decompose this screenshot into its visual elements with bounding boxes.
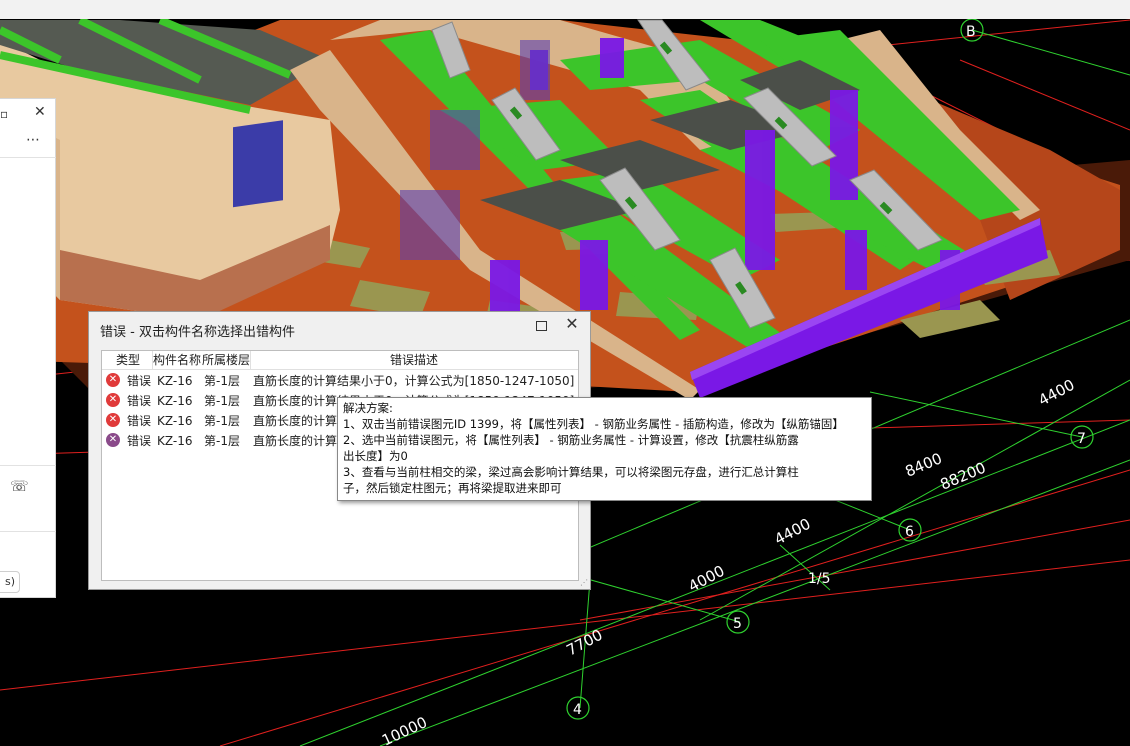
column-header-desc[interactable]: 错误描述 (390, 352, 438, 368)
axis-label-7: 7 (1077, 431, 1086, 447)
restore-icon[interactable]: ▫ (0, 107, 8, 121)
solution-tooltip: 解决方案: 1、双击当前错误图元ID 1399，将【属性列表】 - 钢筋业务属性… (337, 397, 872, 501)
axis-label-1-5: 1/5 (808, 571, 831, 587)
tooltip-line: 解决方案: (343, 401, 393, 415)
close-icon[interactable]: ✕ (563, 315, 581, 333)
axis-label-5: 5 (733, 616, 742, 632)
row-type: 错误 (127, 374, 152, 388)
row-name[interactable]: KZ-16 (157, 373, 192, 389)
row-type: 错误 (127, 434, 152, 448)
row-desc: 直筋长度的计算 (253, 414, 338, 428)
column-header-name[interactable]: 构件名称 (153, 352, 201, 368)
video-call-icon[interactable]: ☏ (10, 479, 29, 494)
error-list-header: 类型 构件名称 所属楼层 错误描述 (102, 351, 578, 370)
maximize-icon[interactable] (536, 321, 547, 331)
tooltip-line: 出长度】为0 (343, 449, 408, 463)
dialog-title: 错误 - 双击构件名称选择出错构件 (100, 325, 295, 340)
row-desc: 直筋长度的计算结果小于0，计算公式为[1850-1247-1050] (253, 374, 575, 388)
side-panel: ▫ ✕ ⋯ ☏ s) (0, 98, 56, 598)
row-type: 错误 (127, 394, 152, 408)
divider (0, 157, 56, 158)
tooltip-line: 1、双击当前错误图元ID 1399，将【属性列表】 - 钢筋业务属性 - 插筋构… (343, 417, 844, 431)
row-desc: 直筋长度的计算 (253, 434, 338, 448)
resize-grip-icon[interactable]: ⋰ (580, 578, 588, 587)
divider (0, 531, 56, 532)
column-separator[interactable] (250, 351, 251, 369)
window-opening (233, 120, 283, 208)
table-row[interactable]: ✕ 错误 KZ-16 第-1层 直筋长度的计算结果小于0，计算公式为[1850-… (102, 371, 578, 391)
row-floor: 第-1层 (204, 374, 240, 388)
row-floor: 第-1层 (204, 434, 240, 448)
tooltip-line: 子，然后锁定柱图元；再将梁提取进来即可 (343, 481, 562, 495)
error-icon: ✕ (106, 413, 120, 427)
row-name[interactable]: KZ-16 (157, 413, 192, 429)
more-icon[interactable]: ⋯ (26, 133, 40, 147)
row-name[interactable]: KZ-16 (157, 433, 192, 449)
row-floor: 第-1层 (204, 394, 240, 408)
row-type: 错误 (127, 414, 152, 428)
tooltip-line: 3、查看与当前柱相交的梁，梁过高会影响计算结果，可以将梁图元存盘，进行汇总计算柱 (343, 465, 799, 479)
error-icon: ✕ (106, 393, 120, 407)
axis-label-6: 6 (905, 524, 914, 540)
row-floor: 第-1层 (204, 414, 240, 428)
tooltip-line: 2、选中当前错误图元，将【属性列表】 - 钢筋业务属性 - 计算设置，修改【抗震… (343, 433, 799, 447)
side-panel-chip[interactable]: s) (0, 571, 20, 593)
axis-label-4: 4 (573, 702, 582, 718)
row-name[interactable]: KZ-16 (157, 393, 192, 409)
top-toolbar-strip (0, 0, 1130, 19)
error-icon: ✕ (106, 373, 120, 387)
error-icon: ✕ (106, 433, 120, 447)
axis-label-b: B (966, 24, 976, 40)
divider (0, 465, 56, 466)
column-header-type[interactable]: 类型 (116, 352, 140, 368)
close-icon[interactable]: ✕ (34, 105, 46, 119)
column-header-floor[interactable]: 所属楼层 (202, 352, 250, 368)
